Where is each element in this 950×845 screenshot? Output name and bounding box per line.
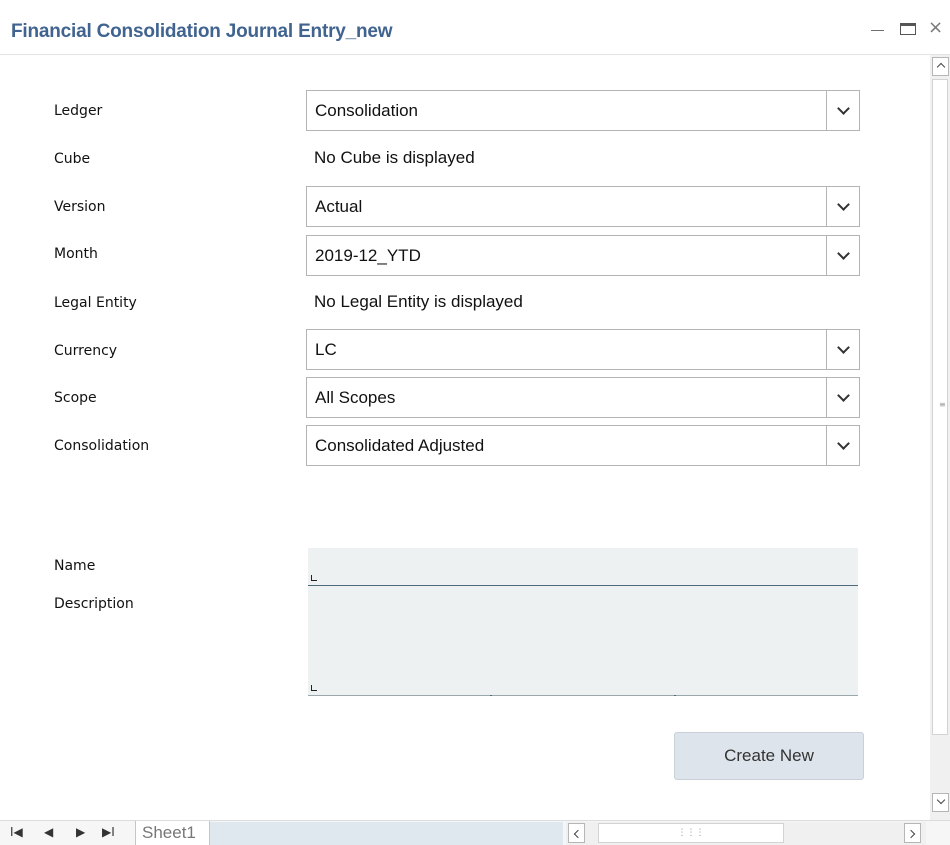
cell-corner-marker <box>311 575 317 581</box>
description-input[interactable] <box>308 586 858 696</box>
scroll-right-icon[interactable] <box>904 823 921 843</box>
consolidation-label: Consolidation <box>54 438 150 454</box>
currency-label: Currency <box>54 343 118 359</box>
version-label: Version <box>54 199 106 215</box>
version-dropdown[interactable]: Actual <box>306 186 860 227</box>
cell-divider <box>676 695 858 696</box>
legal-entity-label: Legal Entity <box>54 295 137 311</box>
scroll-left-icon[interactable] <box>568 823 585 843</box>
chevron-down-icon[interactable] <box>826 378 859 417</box>
ledger-value: Consolidation <box>315 101 419 120</box>
consolidation-dropdown[interactable]: Consolidated Adjusted <box>306 425 860 466</box>
consolidation-value: Consolidated Adjusted <box>315 436 485 455</box>
prev-sheet-icon[interactable]: ◀ <box>44 825 53 839</box>
close-icon[interactable]: × <box>928 19 950 39</box>
grip-icon: ≡ <box>939 400 946 409</box>
create-new-button[interactable]: Create New <box>674 732 864 780</box>
name-label: Name <box>54 558 96 574</box>
scope-value: All Scopes <box>315 388 396 407</box>
chevron-down-icon[interactable] <box>826 91 859 130</box>
currency-dropdown[interactable]: LC <box>306 329 860 370</box>
month-dropdown[interactable]: 2019-12_YTD <box>306 235 860 276</box>
chevron-down-icon[interactable] <box>826 236 859 275</box>
vertical-scrollbar[interactable]: ≡ <box>930 55 950 820</box>
scroll-up-icon[interactable] <box>932 57 949 76</box>
scroll-down-icon[interactable] <box>932 793 949 812</box>
window-title: Financial Consolidation Journal Entry_ne… <box>11 21 393 42</box>
ledger-dropdown[interactable]: Consolidation <box>306 90 860 131</box>
version-value: Actual <box>315 197 363 216</box>
scope-label: Scope <box>54 390 97 406</box>
cell-corner-marker <box>311 685 317 691</box>
minimize-icon[interactable] <box>868 19 888 39</box>
vertical-scroll-thumb[interactable]: ≡ <box>932 79 948 735</box>
horizontal-scroll-thumb[interactable]: ⋮⋮⋮ <box>598 823 784 843</box>
month-label: Month <box>54 246 98 262</box>
currency-value: LC <box>315 340 337 359</box>
horizontal-scrollbar[interactable]: ⋮⋮⋮ <box>566 822 926 845</box>
name-input[interactable] <box>308 548 858 586</box>
next-sheet-icon[interactable]: ▶ <box>76 825 85 839</box>
sheet-tab-area <box>210 822 563 845</box>
ledger-label: Ledger <box>54 103 103 119</box>
maximize-icon[interactable] <box>898 19 918 39</box>
legal-entity-value: No Legal Entity is displayed <box>314 292 523 311</box>
chevron-down-icon[interactable] <box>826 426 859 465</box>
cube-value: No Cube is displayed <box>314 148 475 167</box>
last-sheet-icon[interactable]: ▶I <box>102 825 115 839</box>
cube-label: Cube <box>54 151 91 167</box>
description-label: Description <box>54 596 134 612</box>
chevron-down-icon[interactable] <box>826 187 859 226</box>
month-value: 2019-12_YTD <box>315 246 421 265</box>
window-titlebar: Financial Consolidation Journal Entry_ne… <box>0 0 950 55</box>
tab-sheet1[interactable]: Sheet1 <box>135 821 210 845</box>
sheet-bar: I◀ ◀ ▶ ▶I Sheet1 ⋮⋮⋮ <box>0 820 950 845</box>
first-sheet-icon[interactable]: I◀ <box>10 825 23 839</box>
cell-divider <box>492 695 674 696</box>
cell-divider <box>308 695 490 696</box>
chevron-down-icon[interactable] <box>826 330 859 369</box>
scope-dropdown[interactable]: All Scopes <box>306 377 860 418</box>
